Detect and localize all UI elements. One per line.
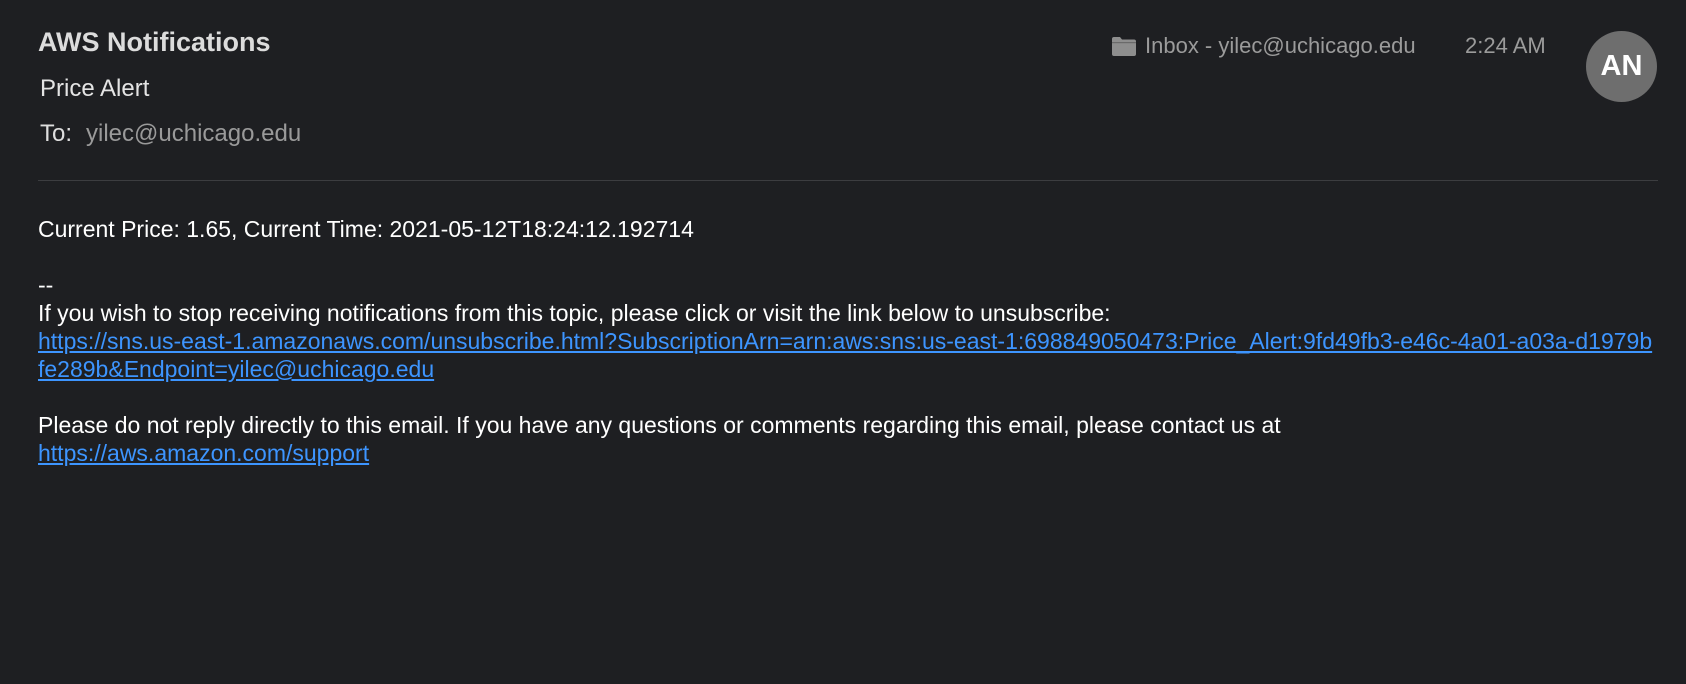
message-header: AWS Notifications Price Alert To: yilec@u… bbox=[0, 0, 1686, 181]
noreply-text: Please do not reply directly to this ema… bbox=[38, 412, 1281, 438]
message-body: Current Price: 1.65, Current Time: 2021-… bbox=[38, 215, 1658, 467]
price-line: Current Price: 1.65, Current Time: 2021-… bbox=[38, 216, 694, 242]
header-divider bbox=[38, 180, 1658, 181]
recipient-row: To: yilec@uchicago.edu bbox=[40, 120, 301, 148]
mailbox-label: Inbox - yilec@uchicago.edu bbox=[1145, 33, 1416, 58]
unsubscribe-text: If you wish to stop receiving notificati… bbox=[38, 300, 1111, 326]
mailbox-indicator[interactable]: Inbox - yilec@uchicago.edu bbox=[1111, 33, 1416, 59]
recipient-address[interactable]: yilec@uchicago.edu bbox=[86, 120, 301, 147]
unsubscribe-link[interactable]: https://sns.us-east-1.amazonaws.com/unsu… bbox=[38, 328, 1652, 382]
received-time: 2:24 AM bbox=[1465, 33, 1546, 58]
to-label: To: bbox=[40, 120, 73, 147]
sender-name[interactable]: AWS Notifications bbox=[38, 27, 271, 58]
support-link[interactable]: https://aws.amazon.com/support bbox=[38, 440, 369, 466]
folder-icon bbox=[1111, 35, 1137, 57]
avatar[interactable]: AN bbox=[1586, 31, 1657, 102]
message-subject: Price Alert bbox=[40, 75, 150, 102]
signature-separator: -- bbox=[38, 272, 54, 298]
